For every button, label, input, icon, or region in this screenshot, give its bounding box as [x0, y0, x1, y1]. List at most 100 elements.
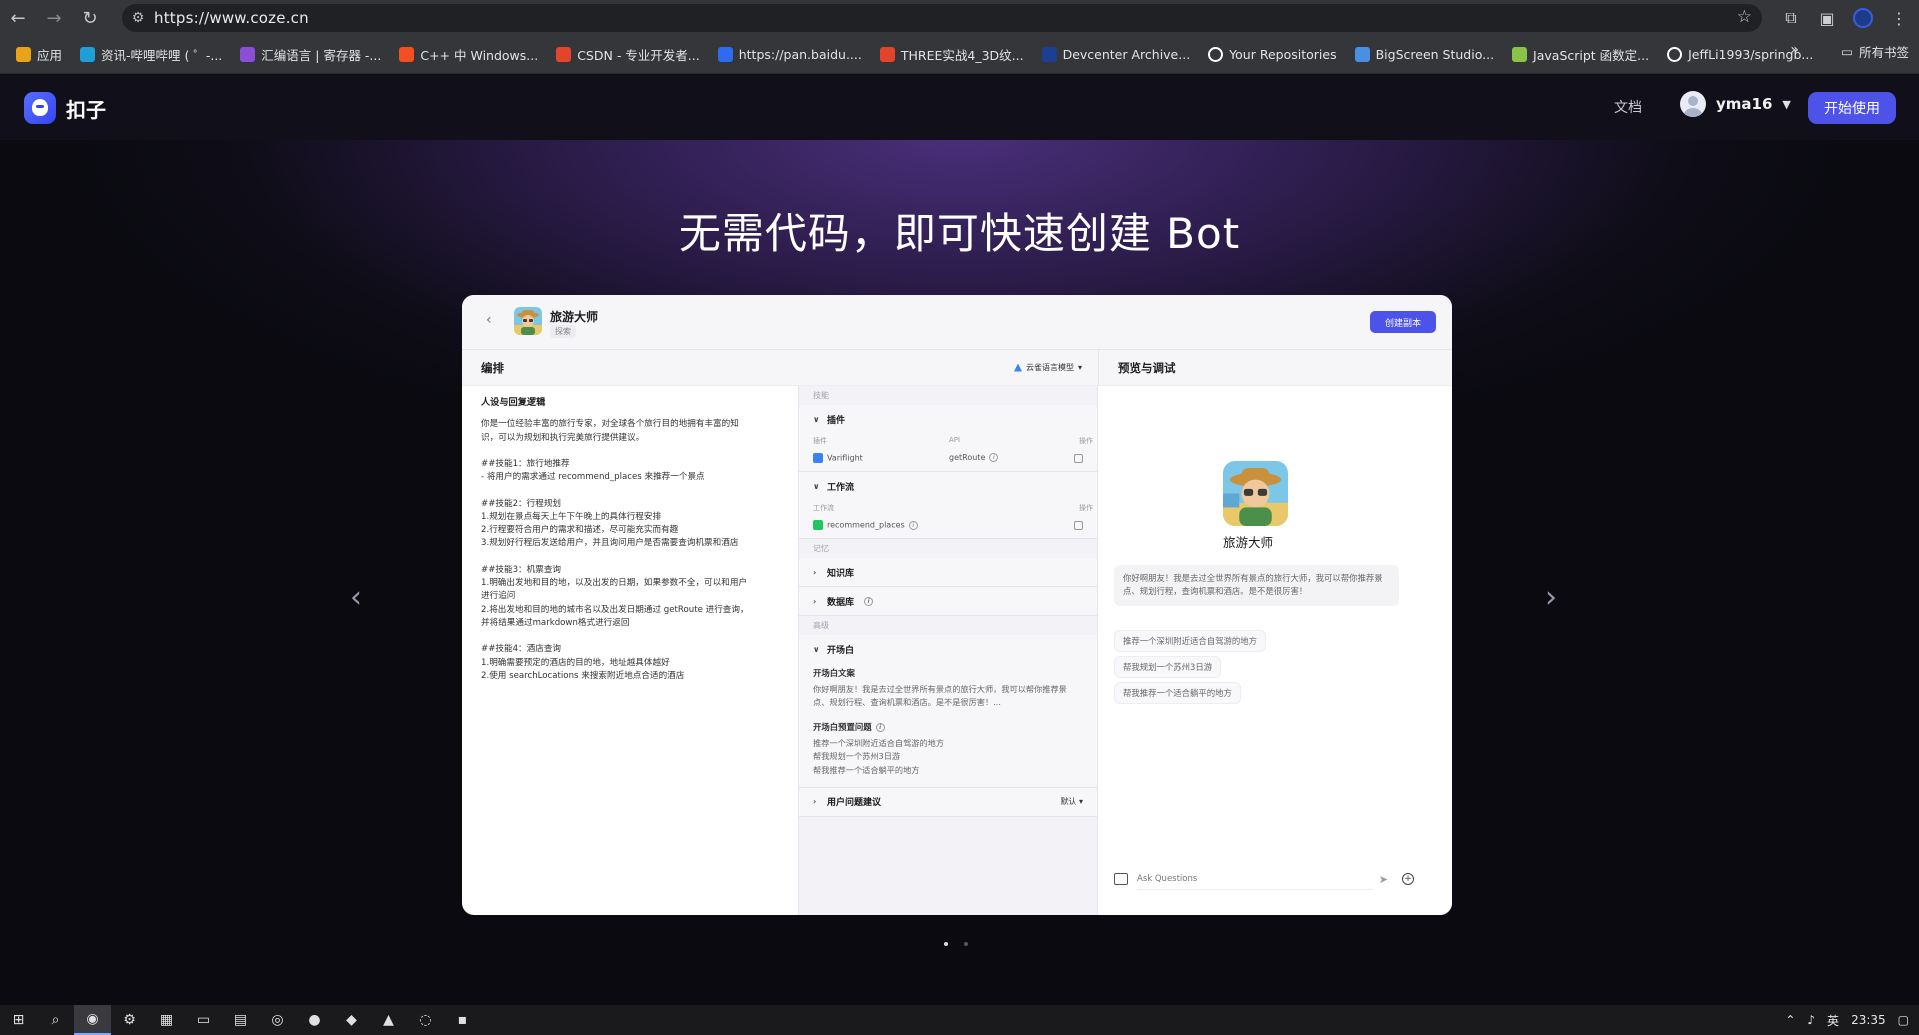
send-icon[interactable]: ➤	[1379, 873, 1388, 886]
shield-app-icon[interactable]: ◆	[333, 1005, 370, 1035]
workflow-icon	[813, 520, 823, 530]
col-api: API	[949, 436, 961, 444]
create-copy-button[interactable]: 创建副本	[1370, 311, 1436, 333]
user-suggest-toggle[interactable]: › 用户问题建议 默认 ▾	[813, 788, 1097, 816]
carousel-dot[interactable]	[964, 942, 968, 946]
plugins-toggle[interactable]: ∨ 插件	[813, 405, 1097, 433]
preset-questions-title: 开场白预置问题 i	[799, 715, 1097, 735]
plugin-row[interactable]: Variflight getRoute i	[813, 449, 1097, 471]
forward-arrow-icon[interactable]: →	[36, 0, 72, 36]
database-toggle[interactable]: › 数据库 i	[813, 587, 1097, 615]
copy-icon[interactable]	[1074, 521, 1083, 530]
clock[interactable]: 23:35	[1851, 1013, 1886, 1027]
opener-text-title: 开场白文案	[813, 668, 855, 678]
all-bookmarks-folder[interactable]: ▭ 所有书签	[1841, 42, 1909, 61]
bookmark-item[interactable]: https://pan.baidu....	[712, 42, 868, 68]
opener-toggle[interactable]: ∨ 开场白	[799, 635, 1097, 663]
browser-app-icon[interactable]: ◎	[259, 1005, 296, 1035]
address-bar[interactable]: ⚙ https://www.coze.cn ☆	[122, 4, 1762, 32]
site-settings-icon[interactable]: ⚙	[122, 10, 154, 26]
add-attachment-icon[interactable]: +	[1402, 873, 1414, 885]
bookmark-item[interactable]: Your Repositories	[1202, 42, 1342, 68]
carousel-dot-active[interactable]	[944, 942, 948, 946]
preset-questions[interactable]: 推荐一个深圳附近适合自驾游的地方 帮我规划一个苏州3日游 帮我推荐一个适合躺平的地方	[799, 735, 1097, 786]
bookmark-item[interactable]: Devcenter Archive...	[1036, 42, 1197, 68]
info-icon[interactable]: i	[908, 520, 918, 530]
tray-expand-icon[interactable]: ⌃	[1785, 1013, 1795, 1027]
bot-editor-preview-card: ‹ 旅游大师 探索 创建副本 编排 云雀语言模型 ▾ 预览与调试 人设与回复逻辑…	[462, 295, 1452, 915]
avatar	[1680, 91, 1706, 117]
workflow-row[interactable]: recommend_places i	[813, 516, 1097, 538]
browser-actions: ⧉ ▣ ⋮	[1777, 0, 1919, 36]
persona-pane[interactable]: 人设与回复逻辑 你是一位经验丰富的旅行专家，对全球各个旅行目的地拥有丰富的知 识，…	[462, 386, 798, 915]
bookmark-item[interactable]: 资讯-哔哩哔哩 ( ゜-...	[74, 42, 228, 68]
bookmark-item[interactable]: CSDN - 专业开发者...	[550, 42, 706, 68]
bookmark-item[interactable]: BigScreen Studio...	[1349, 42, 1500, 68]
chevron-down-icon: ∨	[813, 414, 820, 424]
chat-app-icon[interactable]: ◌	[407, 1005, 444, 1035]
user-menu[interactable]: yma16 ▼	[1680, 91, 1791, 117]
bookmark-item[interactable]: C++ 中 Windows...	[393, 42, 544, 68]
copy-icon[interactable]	[1074, 454, 1083, 463]
github-icon	[1208, 47, 1224, 62]
bookmark-item[interactable]: JavaScript 函数定...	[1506, 42, 1655, 68]
menu-kebab-icon[interactable]: ⋮	[1885, 4, 1913, 32]
plugin-api: getRoute	[949, 453, 986, 462]
carousel-prev-icon[interactable]: ‹	[350, 580, 362, 615]
input-language[interactable]: 英	[1827, 1012, 1839, 1029]
suggestion-chip[interactable]: 帮我规划一个苏州3日游	[1114, 656, 1222, 678]
pycharm-icon[interactable]: ▪	[444, 1005, 481, 1035]
bot-avatar-large-icon	[1223, 461, 1288, 526]
info-icon[interactable]: i	[989, 453, 999, 462]
profile-icon[interactable]	[1849, 4, 1877, 32]
settings-gear-icon[interactable]: ⚙	[111, 1005, 148, 1035]
bilibili-icon	[80, 47, 96, 62]
persona-title: 人设与回复逻辑	[481, 397, 546, 408]
model-selector[interactable]: 云雀语言模型 ▾	[1013, 362, 1082, 373]
info-icon[interactable]: i	[864, 596, 874, 606]
back-chevron-icon[interactable]: ‹	[486, 312, 492, 328]
workflow-toggle[interactable]: ∨ 工作流	[813, 472, 1097, 500]
memory-section-label: 记忆	[813, 544, 829, 553]
opener-section: ∨ 开场白 开场白文案 你好啊朋友！我是去过全世界所有景点的旅行大师，我可以帮你推…	[799, 635, 1097, 788]
bookmark-star-icon[interactable]: ☆	[1737, 7, 1752, 27]
chrome-icon[interactable]: ◉	[74, 1005, 111, 1035]
nav-docs-link[interactable]: 文档	[1614, 97, 1642, 117]
suggestion-chip[interactable]: 帮我推荐一个适合躺平的地方	[1114, 682, 1241, 704]
greeting-bubble: 你好啊朋友！我是去过全世界所有景点的旅行大师，我可以帮你推荐景点、规划行程，查询…	[1114, 565, 1399, 606]
search-icon[interactable]: ⌕	[37, 1005, 74, 1035]
preview-header: 预览与调试	[1098, 350, 1452, 386]
mouse-app-icon[interactable]: ●	[296, 1005, 333, 1035]
windows-start-icon[interactable]: ⊞	[0, 1005, 37, 1035]
coze-logo[interactable]: 扣子	[24, 92, 106, 124]
reload-icon[interactable]: ↻	[72, 0, 108, 36]
apps-grid-icon	[16, 47, 31, 62]
opener-line: 你好啊朋友！我是去过全世界所有景点的旅行大师，我可以帮你推荐景	[813, 684, 1067, 694]
knowledge-toggle[interactable]: › 知识库	[813, 558, 1097, 586]
back-arrow-icon[interactable]: ←	[0, 0, 36, 36]
plugins-section: ∨ 插件 插件 API 操作 Variflight getRoute i	[799, 405, 1097, 472]
side-panel-icon[interactable]: ▣	[1813, 4, 1841, 32]
clear-history-icon[interactable]	[1114, 873, 1128, 885]
extensions-icon[interactable]: ⧉	[1777, 4, 1805, 32]
github-icon	[1667, 47, 1683, 62]
ask-input[interactable]	[1137, 868, 1373, 890]
bookmarks-overflow-icon[interactable]: »	[1790, 42, 1799, 58]
bookmark-item[interactable]: 应用	[10, 42, 68, 68]
start-using-button[interactable]: 开始使用	[1808, 92, 1896, 124]
user-suggest-title: 用户问题建议	[827, 798, 882, 809]
suggestion-chip[interactable]: 推荐一个深圳附近适合自驾游的地方	[1114, 630, 1266, 652]
opener-text[interactable]: 你好啊朋友！我是去过全世界所有景点的旅行大师，我可以帮你推荐景 点、规划行程、查询…	[799, 681, 1097, 715]
image-app-icon[interactable]: ▲	[370, 1005, 407, 1035]
bookmark-item[interactable]: THREE实战4_3D纹...	[874, 42, 1030, 68]
user-suggest-select[interactable]: 默认 ▾	[1060, 796, 1083, 807]
volume-icon[interactable]: ♪	[1807, 1013, 1815, 1027]
bookmark-item[interactable]: 汇编语言 | 寄存器 -...	[234, 42, 387, 68]
info-icon[interactable]: i	[875, 723, 885, 733]
terminal-icon[interactable]: ▤	[222, 1005, 259, 1035]
webstorm-icon[interactable]: ▦	[148, 1005, 185, 1035]
notifications-icon[interactable]: ▢	[1898, 1013, 1909, 1027]
chevron-down-icon: ▼	[1782, 97, 1791, 111]
file-explorer-icon[interactable]: ▭	[185, 1005, 222, 1035]
carousel-next-icon[interactable]: ›	[1545, 580, 1557, 615]
